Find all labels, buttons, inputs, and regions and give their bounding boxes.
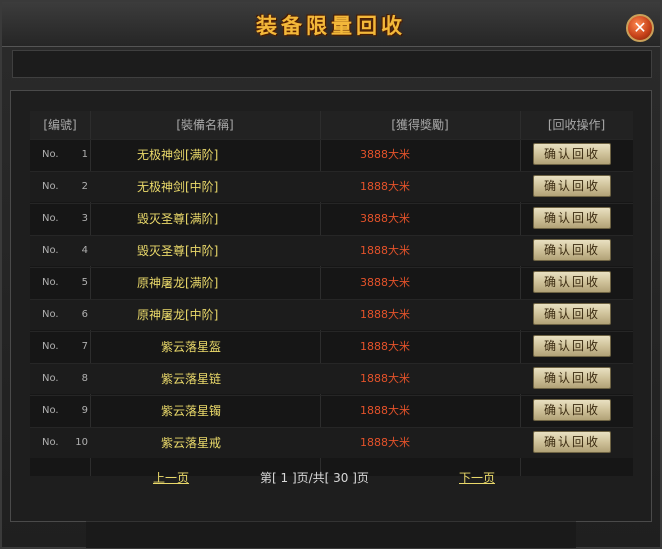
row-number-prefix: No.	[42, 437, 59, 448]
equipment-name: 毁灭圣尊[满阶]	[137, 212, 219, 226]
confirm-recycle-button[interactable]: 确认回收	[533, 175, 611, 197]
row-number: 4	[81, 245, 88, 256]
row-number: 9	[81, 405, 88, 416]
row-number: 7	[81, 341, 88, 352]
row-number-prefix: No.	[42, 341, 59, 352]
reward-amount: 1888大米	[360, 308, 410, 321]
row-number: 5	[81, 277, 88, 288]
row-number: 1	[81, 149, 88, 160]
header-action: [回收操作]	[547, 118, 606, 132]
reward-amount: 3888大米	[360, 212, 410, 225]
equipment-name: 紫云落星镯	[161, 404, 222, 418]
row-number-prefix: No.	[42, 181, 59, 192]
confirm-recycle-button[interactable]: 确认回收	[533, 239, 611, 261]
info-bar	[12, 50, 652, 78]
reward-amount: 1888大米	[360, 436, 410, 449]
header-reward: [獲得獎勵]	[391, 118, 449, 132]
reward-amount: 1888大米	[360, 180, 410, 193]
table-row: No. 3 毁灭圣尊[满阶] 3888大米 确认回收	[30, 203, 633, 234]
row-number: 3	[81, 213, 88, 224]
confirm-recycle-button[interactable]: 确认回收	[533, 143, 611, 165]
close-button[interactable]: ✕	[626, 14, 654, 42]
reward-amount: 1888大米	[360, 372, 410, 385]
row-number: 6	[81, 309, 88, 320]
confirm-recycle-button[interactable]: 确认回收	[533, 335, 611, 357]
table-row: No. 10 紫云落星戒 1888大米 确认回收	[30, 427, 633, 458]
row-number-prefix: No.	[42, 245, 59, 256]
pagination: 上一页 第[ 1 ]页/共[ 30 ]页 下一页	[11, 469, 653, 489]
reward-amount: 3888大米	[360, 276, 410, 289]
equipment-name: 原神屠龙[满阶]	[137, 276, 219, 290]
row-number: 2	[81, 181, 88, 192]
bottom-strip	[86, 521, 576, 548]
confirm-recycle-button[interactable]: 确认回收	[533, 431, 611, 453]
row-number-prefix: No.	[42, 405, 59, 416]
equipment-name: 无极神剑[满阶]	[137, 148, 219, 162]
table-row: No. 9 紫云落星镯 1888大米 确认回收	[30, 395, 633, 426]
equipment-name: 原神屠龙[中阶]	[137, 308, 219, 322]
page-info: 第[ 1 ]页/共[ 30 ]页	[260, 471, 369, 485]
confirm-recycle-button[interactable]: 确认回收	[533, 367, 611, 389]
equipment-name: 无极神剑[中阶]	[137, 180, 219, 194]
row-number: 8	[81, 373, 88, 384]
confirm-recycle-button[interactable]: 确认回收	[533, 303, 611, 325]
table-row: No. 5 原神屠龙[满阶] 3888大米 确认回收	[30, 267, 633, 298]
reward-amount: 3888大米	[360, 148, 410, 161]
equipment-name: 紫云落星戒	[161, 436, 222, 450]
row-number-prefix: No.	[42, 213, 59, 224]
table-row: No. 4 毁灭圣尊[中阶] 1888大米 确认回收	[30, 235, 633, 266]
content-panel: [编號] [裝備名稱] [獲得獎勵] [回收操作] No. 1 无极神剑[满阶] 38…	[10, 90, 652, 522]
recycle-window: 装备限量回收 ✕ [编號] [裝備名稱] [獲得獎勵] [回收操作] No. 1 无…	[0, 0, 662, 549]
header-equipment-name: [裝備名稱]	[176, 118, 234, 132]
equipment-name: 紫云落星盔	[161, 340, 222, 354]
next-page-link[interactable]: 下一页	[459, 469, 495, 486]
row-number-prefix: No.	[42, 373, 59, 384]
row-number-prefix: No.	[42, 309, 59, 320]
table-row: No. 8 紫云落星链 1888大米 确认回收	[30, 363, 633, 394]
table-row: No. 1 无极神剑[满阶] 3888大米 确认回收	[30, 139, 633, 170]
table-row: No. 6 原神屠龙[中阶] 1888大米 确认回收	[30, 299, 633, 330]
prev-page-link[interactable]: 上一页	[153, 469, 189, 486]
reward-amount: 1888大米	[360, 404, 410, 417]
confirm-recycle-button[interactable]: 确认回收	[533, 399, 611, 421]
equipment-name: 毁灭圣尊[中阶]	[137, 244, 219, 258]
equipment-table: [编號] [裝備名稱] [獲得獎勵] [回收操作] No. 1 无极神剑[满阶] 38…	[30, 111, 633, 476]
reward-amount: 1888大米	[360, 244, 410, 257]
confirm-recycle-button[interactable]: 确认回收	[533, 207, 611, 229]
title-bar: 装备限量回收	[2, 2, 660, 47]
confirm-recycle-button[interactable]: 确认回收	[533, 271, 611, 293]
header-number: [编號]	[43, 118, 77, 132]
table-row: No. 7 紫云落星盔 1888大米 确认回收	[30, 331, 633, 362]
table-row: No. 2 无极神剑[中阶] 1888大米 确认回收	[30, 171, 633, 202]
table-header: [编號] [裝備名稱] [獲得獎勵] [回收操作]	[30, 111, 633, 139]
reward-amount: 1888大米	[360, 340, 410, 353]
close-icon: ✕	[633, 18, 647, 37]
row-number-prefix: No.	[42, 149, 59, 160]
row-number-prefix: No.	[42, 277, 59, 288]
window-title: 装备限量回收	[256, 13, 406, 38]
row-number: 10	[75, 437, 88, 448]
equipment-name: 紫云落星链	[161, 372, 222, 386]
